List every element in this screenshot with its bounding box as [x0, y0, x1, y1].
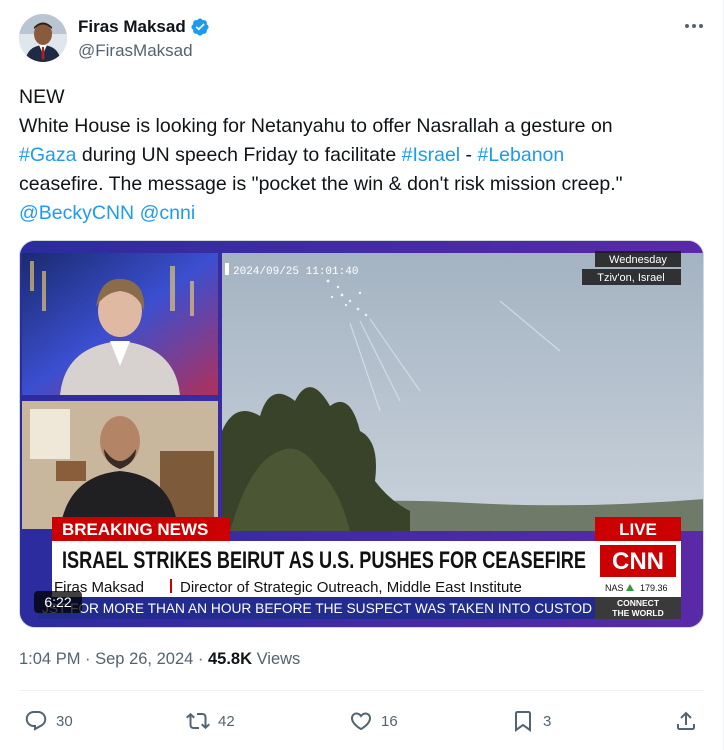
share-button[interactable] [674, 708, 698, 734]
connect-line2: THE WORLD [612, 608, 663, 618]
views-label: Views [252, 650, 301, 668]
bookmark-count: 3 [543, 712, 552, 730]
meta-separator: · [80, 650, 96, 668]
video-duration: 6:22 [44, 594, 71, 610]
mention-beckycnn-link[interactable]: @BeckyCNN [19, 202, 134, 224]
tweet: Firas Maksad @FirasMaksad NEW White Hous… [0, 0, 724, 750]
avatar[interactable] [19, 14, 67, 62]
hashtag-gaza-link[interactable]: #Gaza [19, 144, 76, 166]
guest-title: Director of Strategic Outreach, Middle E… [180, 579, 522, 596]
location-place: Tziv'on, Israel [597, 272, 665, 284]
tweet-time[interactable]: 1:04 PM [19, 650, 80, 668]
tweet-text: NEW White House is looking for Netanyahu… [19, 83, 709, 228]
verified-badge-icon [191, 18, 209, 36]
ticker-value: 179.36 [640, 583, 668, 593]
hashtag-lebanon-link[interactable]: #Lebanon [477, 144, 564, 166]
more-options-button[interactable] [682, 16, 706, 36]
breaking-news-label: BREAKING NEWS [62, 520, 208, 539]
ticker-market: NAS [605, 583, 624, 593]
video-frame: 2024/09/25 11:01:40 Wednesday Tziv'on, I… [20, 241, 703, 627]
video-timestamp-overlay: 2024/09/25 11:01:40 [233, 266, 358, 278]
tweet-line: NEW [19, 86, 65, 108]
headline: ISRAEL STRIKES BEIRUT AS U.S. PUSHES FOR… [62, 547, 586, 574]
tweet-text-segment: during UN speech Friday to facilitate [76, 144, 402, 166]
author-name-text[interactable]: Firas Maksad [78, 17, 186, 37]
dot [699, 24, 703, 28]
reply-button[interactable]: 30 [24, 708, 73, 734]
reply-icon [25, 711, 47, 731]
bookmark-button[interactable]: 3 [511, 708, 551, 734]
tweet-line: #Gaza during UN speech Friday to facilit… [19, 141, 709, 170]
live-label: LIVE [619, 520, 657, 539]
meta-separator: · [193, 650, 208, 668]
location-day: Wednesday [609, 254, 667, 266]
dot [692, 24, 696, 28]
tweet-date[interactable]: Sep 26, 2024 [95, 650, 193, 668]
ticker-text: JST FOR MORE THAN AN HOUR BEFORE THE SUS… [42, 601, 592, 616]
author-name[interactable]: Firas Maksad [78, 17, 210, 37]
hashtag-israel-link[interactable]: #Israel [402, 144, 461, 166]
like-button[interactable]: 16 [349, 708, 398, 734]
connect-line1: CONNECT [617, 598, 660, 608]
video-player[interactable]: 2024/09/25 11:01:40 Wednesday Tziv'on, I… [19, 240, 704, 628]
tweet-meta: 1:04 PM · Sep 26, 2024 · 45.8K Views [19, 650, 300, 669]
avatar-image [19, 14, 67, 62]
tweet-line: White House is looking for Netanyahu to … [19, 115, 613, 137]
like-count: 16 [381, 712, 398, 730]
reply-count: 30 [56, 712, 73, 730]
share-icon [677, 711, 695, 730]
repost-count: 42 [218, 712, 235, 730]
tweet-line: ceasefire. The message is "pocket the wi… [19, 173, 623, 195]
tweet-text-segment: - [460, 144, 478, 166]
bookmark-icon [515, 711, 531, 732]
repost-button[interactable]: 42 [186, 708, 235, 734]
heart-icon [350, 712, 372, 731]
cnn-logo: CNN [612, 548, 664, 575]
repost-icon [186, 712, 210, 730]
mention-cnni-link[interactable]: @cnni [140, 202, 196, 224]
divider [19, 690, 704, 691]
views-count: 45.8K [207, 650, 252, 668]
tweet-line: @BeckyCNN @cnni [19, 199, 709, 228]
dot [685, 24, 689, 28]
author-handle[interactable]: @FirasMaksad [78, 41, 193, 61]
